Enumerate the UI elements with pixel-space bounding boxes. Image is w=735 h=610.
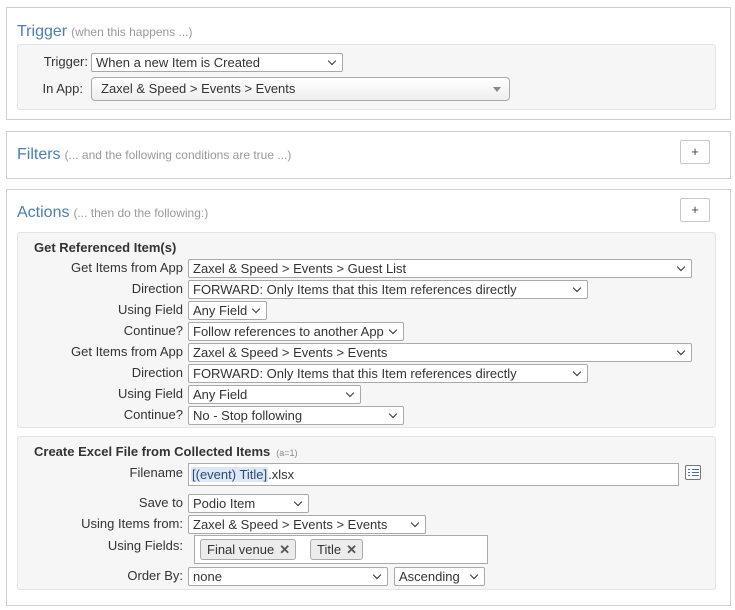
- field-tag: Final venue ✕: [200, 539, 297, 560]
- create-excel-heading: Create Excel File from Collected Items (a…: [34, 444, 298, 459]
- get-items-label-2: Get Items from App: [71, 344, 183, 359]
- create-excel-title: Create Excel File from Collected Items: [34, 444, 271, 459]
- using-field-label-2: Using Field: [117, 386, 183, 401]
- continue-value-2: No - Stop following: [193, 408, 303, 423]
- actions-subtitle: (... then do the following:): [73, 206, 209, 220]
- using-field-label-1: Using Field: [117, 302, 183, 317]
- chevron-down-icon: [573, 365, 582, 382]
- direction-label-1: Direction: [131, 281, 183, 296]
- trigger-title: Trigger: [17, 23, 68, 40]
- direction-label-2: Direction: [131, 365, 183, 380]
- trigger-label: Trigger:: [43, 54, 88, 69]
- field-tag: Title ✕: [310, 539, 363, 560]
- trigger-settings: Trigger: When a new Item is Created In A…: [17, 44, 716, 110]
- continue-label-2: Continue?: [123, 407, 183, 422]
- order-by-select[interactable]: none: [188, 567, 388, 586]
- order-direction-value: Ascending: [399, 569, 460, 584]
- filters-heading: Filters (... and the following conditions…: [17, 146, 291, 164]
- order-by-value: none: [193, 569, 222, 584]
- trigger-heading: Trigger (when this happens ...): [17, 23, 193, 41]
- chevron-down-icon: [328, 54, 337, 71]
- trigger-select[interactable]: When a new Item is Created: [91, 53, 343, 72]
- field-tag-label: Final venue: [207, 542, 275, 557]
- caret-down-icon: [493, 87, 501, 92]
- chevron-down-icon: [373, 568, 382, 585]
- direction-value-2: FORWARD: Only Items that this Item refer…: [193, 366, 517, 381]
- chevron-down-icon: [677, 260, 686, 277]
- continue-select-1[interactable]: Follow references to another App: [188, 322, 404, 341]
- save-to-select[interactable]: Podio Item: [188, 494, 309, 513]
- chevron-down-icon: [346, 386, 355, 403]
- field-tag-label: Title: [317, 542, 342, 557]
- continue-label-1: Continue?: [123, 323, 183, 338]
- order-by-label: Order By:: [127, 568, 183, 583]
- in-app-label: In App:: [42, 81, 83, 96]
- get-items-label-1: Get Items from App: [71, 260, 183, 275]
- chevron-down-icon: [252, 302, 261, 319]
- actions-title: Actions: [17, 204, 70, 221]
- using-field-value-2: Any Field: [193, 387, 248, 402]
- get-referenced-block: Get Referenced Item(s) Get Items from Ap…: [17, 232, 716, 428]
- insert-field-list-icon[interactable]: [685, 465, 701, 480]
- chevron-down-icon: [470, 568, 479, 585]
- chevron-down-icon: [411, 516, 420, 533]
- direction-select-1[interactable]: FORWARD: Only Items that this Item refer…: [188, 280, 588, 299]
- order-direction-select[interactable]: Ascending: [394, 567, 485, 586]
- chevron-down-icon: [389, 407, 398, 424]
- trigger-panel: Trigger (when this happens ...) Trigger: …: [6, 7, 731, 120]
- filename-input[interactable]: [(event) Title].xlsx: [188, 463, 679, 486]
- continue-value-1: Follow references to another App: [193, 324, 384, 339]
- create-excel-block: Create Excel File from Collected Items (a…: [17, 436, 716, 590]
- using-fields-label: Using Fields:: [107, 538, 183, 553]
- using-field-select-1[interactable]: Any Field: [188, 301, 267, 320]
- trigger-subtitle: (when this happens ...): [71, 25, 193, 39]
- chevron-down-icon: [294, 495, 303, 512]
- using-items-select[interactable]: Zaxel & Speed > Events > Events: [188, 515, 426, 534]
- direction-select-2[interactable]: FORWARD: Only Items that this Item refer…: [188, 364, 588, 383]
- filters-title: Filters: [17, 146, 61, 163]
- actions-heading: Actions (... then do the following:): [17, 204, 208, 222]
- trigger-select-value: When a new Item is Created: [96, 55, 261, 70]
- add-action-button[interactable]: +: [680, 198, 710, 222]
- remove-tag-icon[interactable]: ✕: [346, 540, 357, 559]
- in-app-select-value: Zaxel & Speed > Events > Events: [101, 81, 296, 96]
- filters-subtitle: (... and the following conditions are tr…: [64, 148, 292, 162]
- remove-tag-icon[interactable]: ✕: [279, 540, 290, 559]
- get-items-select-2[interactable]: Zaxel & Speed > Events > Events: [188, 343, 692, 362]
- filename-label: Filename: [129, 465, 183, 480]
- in-app-select[interactable]: Zaxel & Speed > Events > Events: [91, 77, 510, 101]
- get-referenced-title: Get Referenced Item(s): [34, 240, 177, 255]
- save-to-value: Podio Item: [193, 496, 256, 511]
- chevron-down-icon: [389, 323, 398, 340]
- get-items-select-1[interactable]: Zaxel & Speed > Events > Guest List: [188, 259, 692, 278]
- using-field-select-2[interactable]: Any Field: [188, 385, 361, 404]
- save-to-label: Save to: [138, 495, 183, 510]
- add-filter-button[interactable]: +: [680, 140, 710, 164]
- chevron-down-icon: [677, 344, 686, 361]
- filters-panel: Filters (... and the following conditions…: [6, 131, 731, 179]
- continue-select-2[interactable]: No - Stop following: [188, 406, 404, 425]
- using-fields-input[interactable]: Final venue ✕ Title ✕: [194, 535, 488, 564]
- get-items-value-2: Zaxel & Speed > Events > Events: [193, 345, 388, 360]
- get-items-value-1: Zaxel & Speed > Events > Guest List: [193, 261, 407, 276]
- chevron-down-icon: [573, 281, 582, 298]
- filename-token: [(event) Title]: [191, 467, 269, 482]
- using-items-label: Using Items from:: [81, 516, 183, 531]
- actions-panel: Actions (... then do the following:) + Ge…: [6, 189, 731, 606]
- using-items-value: Zaxel & Speed > Events > Events: [193, 517, 388, 532]
- filename-suffix: .xlsx: [268, 467, 295, 482]
- create-excel-subtitle: (a=1): [276, 448, 298, 458]
- direction-value-1: FORWARD: Only Items that this Item refer…: [193, 282, 517, 297]
- using-field-value-1: Any Field: [193, 303, 248, 318]
